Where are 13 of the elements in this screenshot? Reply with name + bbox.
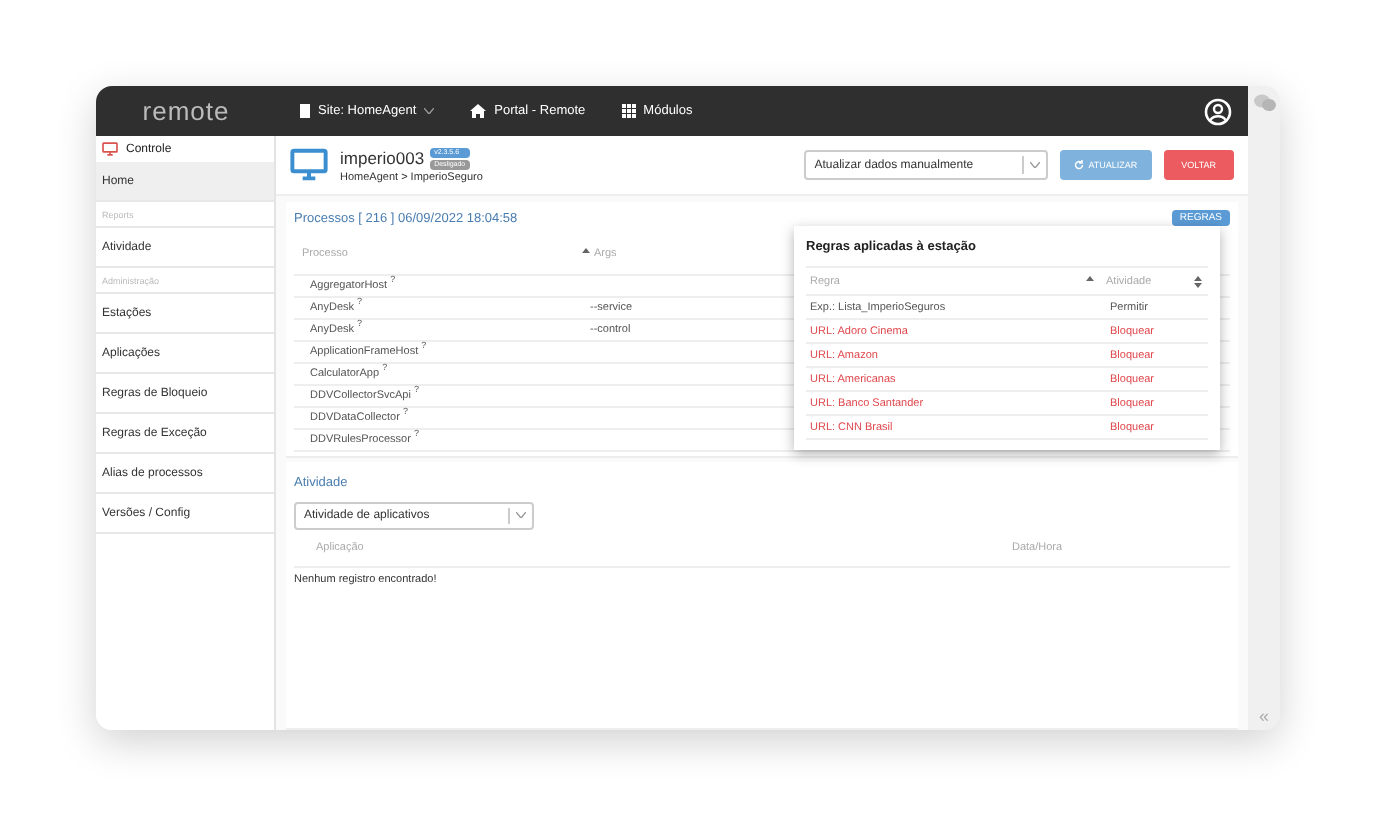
monitor-icon [102, 142, 118, 156]
sort-icon[interactable] [1194, 275, 1202, 287]
chevron-down-icon [1030, 162, 1041, 168]
logo: remote [140, 96, 232, 126]
computer-icon [290, 148, 328, 182]
grid-icon [621, 104, 636, 118]
chevron-down-icon [516, 512, 526, 519]
home-icon [470, 104, 487, 118]
sort-icon[interactable] [1086, 275, 1094, 287]
station-name: imperio003 [340, 147, 425, 167]
chevron-down-icon [424, 108, 435, 114]
user-avatar-icon[interactable] [1204, 97, 1232, 125]
refresh-icon [1074, 160, 1085, 170]
